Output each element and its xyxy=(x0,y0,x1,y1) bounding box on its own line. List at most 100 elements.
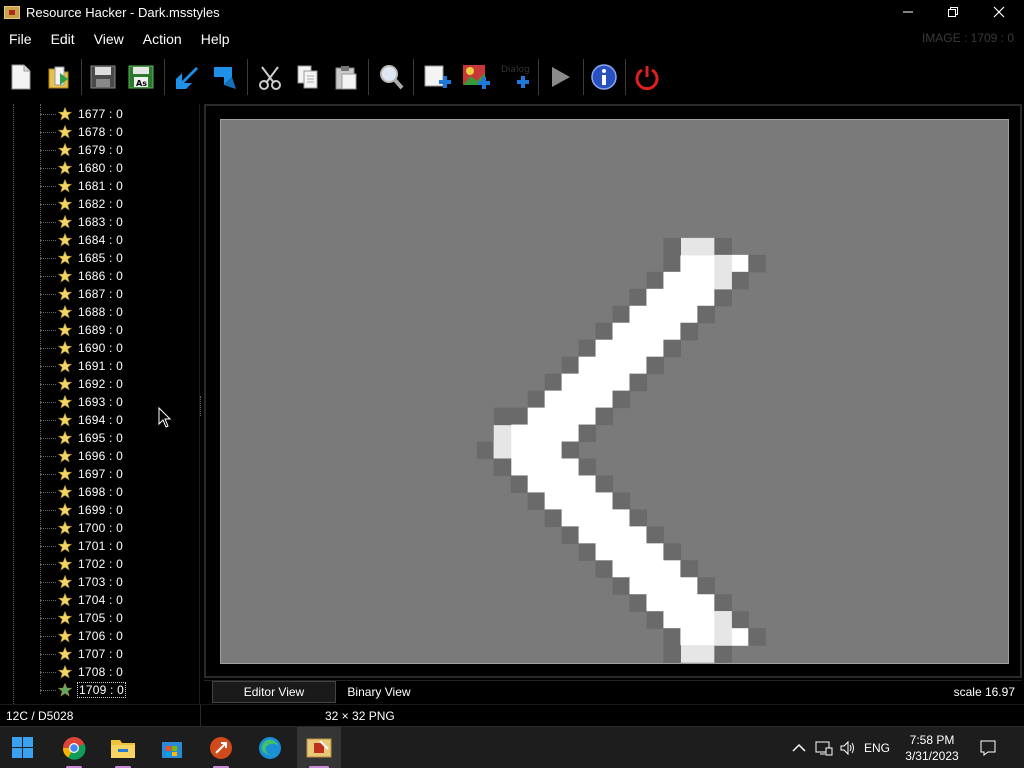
tree-item[interactable]: 1682 : 0 xyxy=(40,195,123,213)
new-button[interactable] xyxy=(5,61,37,93)
tree-item[interactable]: 1688 : 0 xyxy=(40,303,123,321)
resource-tree[interactable]: 1677 : 0 1678 : 0 1679 : 0 1680 : 0 1681 : 0… xyxy=(0,104,200,704)
image-pixel xyxy=(629,356,648,375)
copy-button[interactable] xyxy=(292,61,324,93)
tree-connector xyxy=(40,653,56,655)
add-blank-resource-button[interactable] xyxy=(421,61,453,93)
taskbar-remote-desktop[interactable] xyxy=(199,727,243,768)
tree-item[interactable]: 1703 : 0 xyxy=(40,573,123,591)
star-icon xyxy=(58,647,72,661)
tree-item[interactable]: 1685 : 0 xyxy=(40,249,123,267)
image-pixel xyxy=(646,543,665,561)
image-pixel xyxy=(561,475,580,494)
image-pixel xyxy=(561,458,580,477)
tree-connector xyxy=(40,167,56,169)
menu-edit[interactable]: Edit xyxy=(42,31,85,47)
tree-item[interactable]: 1705 : 0 xyxy=(40,609,123,627)
splitter-grip[interactable] xyxy=(200,396,203,416)
menu-file[interactable]: File xyxy=(0,31,42,47)
close-button[interactable] xyxy=(976,0,1022,24)
tree-item[interactable]: 1707 : 0 xyxy=(40,645,123,663)
tree-item[interactable]: 1679 : 0 xyxy=(40,141,123,159)
image-editor-pane xyxy=(204,104,1022,678)
tree-item[interactable]: 1692 : 0 xyxy=(40,375,123,393)
image-pixel xyxy=(646,288,665,307)
taskbar-store[interactable] xyxy=(150,727,194,768)
toolbar-separator xyxy=(81,59,82,95)
tree-item-label: 1694 : 0 xyxy=(78,413,123,427)
tab-binary-view[interactable]: Binary View xyxy=(336,681,422,703)
tree-item-label: 1683 : 0 xyxy=(78,215,123,229)
tree-item[interactable]: 1678 : 0 xyxy=(40,123,123,141)
image-pixel xyxy=(629,322,648,341)
compile-button[interactable] xyxy=(170,61,202,93)
find-button[interactable] xyxy=(375,61,407,93)
network-button[interactable] xyxy=(812,727,836,768)
dialog-merger-button[interactable]: Dialog Merger xyxy=(499,61,531,93)
exit-button[interactable] xyxy=(631,61,663,93)
menu-action[interactable]: Action xyxy=(134,31,192,47)
tree-item[interactable]: 1702 : 0 xyxy=(40,555,123,573)
tree-connector xyxy=(40,455,56,457)
save-as-button[interactable]: As xyxy=(125,61,157,93)
tree-item[interactable]: 1696 : 0 xyxy=(40,447,123,465)
tree-item-label: 1677 : 0 xyxy=(78,107,123,121)
save-button[interactable] xyxy=(87,61,119,93)
tree-item[interactable]: 1701 : 0 xyxy=(40,537,123,555)
run-script-button[interactable] xyxy=(544,61,576,93)
tree-item[interactable]: 1690 : 0 xyxy=(40,339,123,357)
tab-editor-view[interactable]: Editor View xyxy=(212,681,336,703)
clock[interactable]: 7:58 PM 3/31/2023 xyxy=(893,732,971,764)
image-pixel xyxy=(544,475,563,494)
image-pixel xyxy=(527,390,546,409)
tree-item[interactable]: 1694 : 0 xyxy=(40,411,123,429)
paste-button[interactable] xyxy=(330,61,362,93)
tree-item[interactable]: 1683 : 0 xyxy=(40,213,123,231)
show-hidden-icons-button[interactable] xyxy=(786,727,812,768)
image-pixel xyxy=(578,492,597,510)
language-indicator[interactable]: ENG xyxy=(860,727,894,768)
tree-item[interactable]: 1687 : 0 xyxy=(40,285,123,303)
tree-item[interactable]: 1709 : 0 xyxy=(40,681,126,699)
star-icon xyxy=(58,431,72,445)
clock-time: 7:58 PM xyxy=(909,733,955,747)
taskbar-chrome[interactable] xyxy=(52,727,96,768)
taskbar-file-explorer[interactable] xyxy=(101,727,145,768)
restore-button[interactable] xyxy=(930,0,976,24)
tree-item[interactable]: 1698 : 0 xyxy=(40,483,123,501)
tree-item[interactable]: 1695 : 0 xyxy=(40,429,123,447)
volume-button[interactable] xyxy=(836,727,860,768)
taskbar-resource-hacker[interactable] xyxy=(297,727,341,768)
image-pixel xyxy=(697,594,715,612)
tree-item[interactable]: 1691 : 0 xyxy=(40,357,123,375)
tree-item[interactable]: 1681 : 0 xyxy=(40,177,123,195)
tree-item[interactable]: 1686 : 0 xyxy=(40,267,123,285)
close-icon xyxy=(993,6,1005,18)
tree-item[interactable]: 1700 : 0 xyxy=(40,519,123,537)
minimize-button[interactable] xyxy=(885,0,931,24)
cut-button[interactable] xyxy=(254,61,286,93)
menu-view[interactable]: View xyxy=(85,31,134,47)
tree-item[interactable]: 1706 : 0 xyxy=(40,627,123,645)
tree-item[interactable]: 1684 : 0 xyxy=(40,231,123,249)
tree-item[interactable]: 1699 : 0 xyxy=(40,501,123,519)
tree-connector xyxy=(40,347,56,349)
star-icon xyxy=(58,593,72,607)
about-button[interactable] xyxy=(588,61,620,93)
menu-help[interactable]: Help xyxy=(192,31,240,47)
tree-item[interactable]: 1689 : 0 xyxy=(40,321,123,339)
start-button[interactable] xyxy=(1,727,45,768)
image-pixel xyxy=(510,475,529,494)
tree-item[interactable]: 1697 : 0 xyxy=(40,465,123,483)
tree-item[interactable]: 1677 : 0 xyxy=(40,105,123,123)
tree-item[interactable]: 1708 : 0 xyxy=(40,663,123,681)
taskbar-edge[interactable] xyxy=(248,727,292,768)
open-button[interactable] xyxy=(44,61,76,93)
go-to-bookmark-button[interactable] xyxy=(208,61,240,93)
tree-item[interactable]: 1680 : 0 xyxy=(40,159,123,177)
notifications-button[interactable] xyxy=(975,727,1001,768)
image-pixel xyxy=(510,407,529,426)
tree-item[interactable]: 1693 : 0 xyxy=(40,393,123,411)
tree-item[interactable]: 1704 : 0 xyxy=(40,591,123,609)
add-image-resource-button[interactable] xyxy=(460,61,492,93)
